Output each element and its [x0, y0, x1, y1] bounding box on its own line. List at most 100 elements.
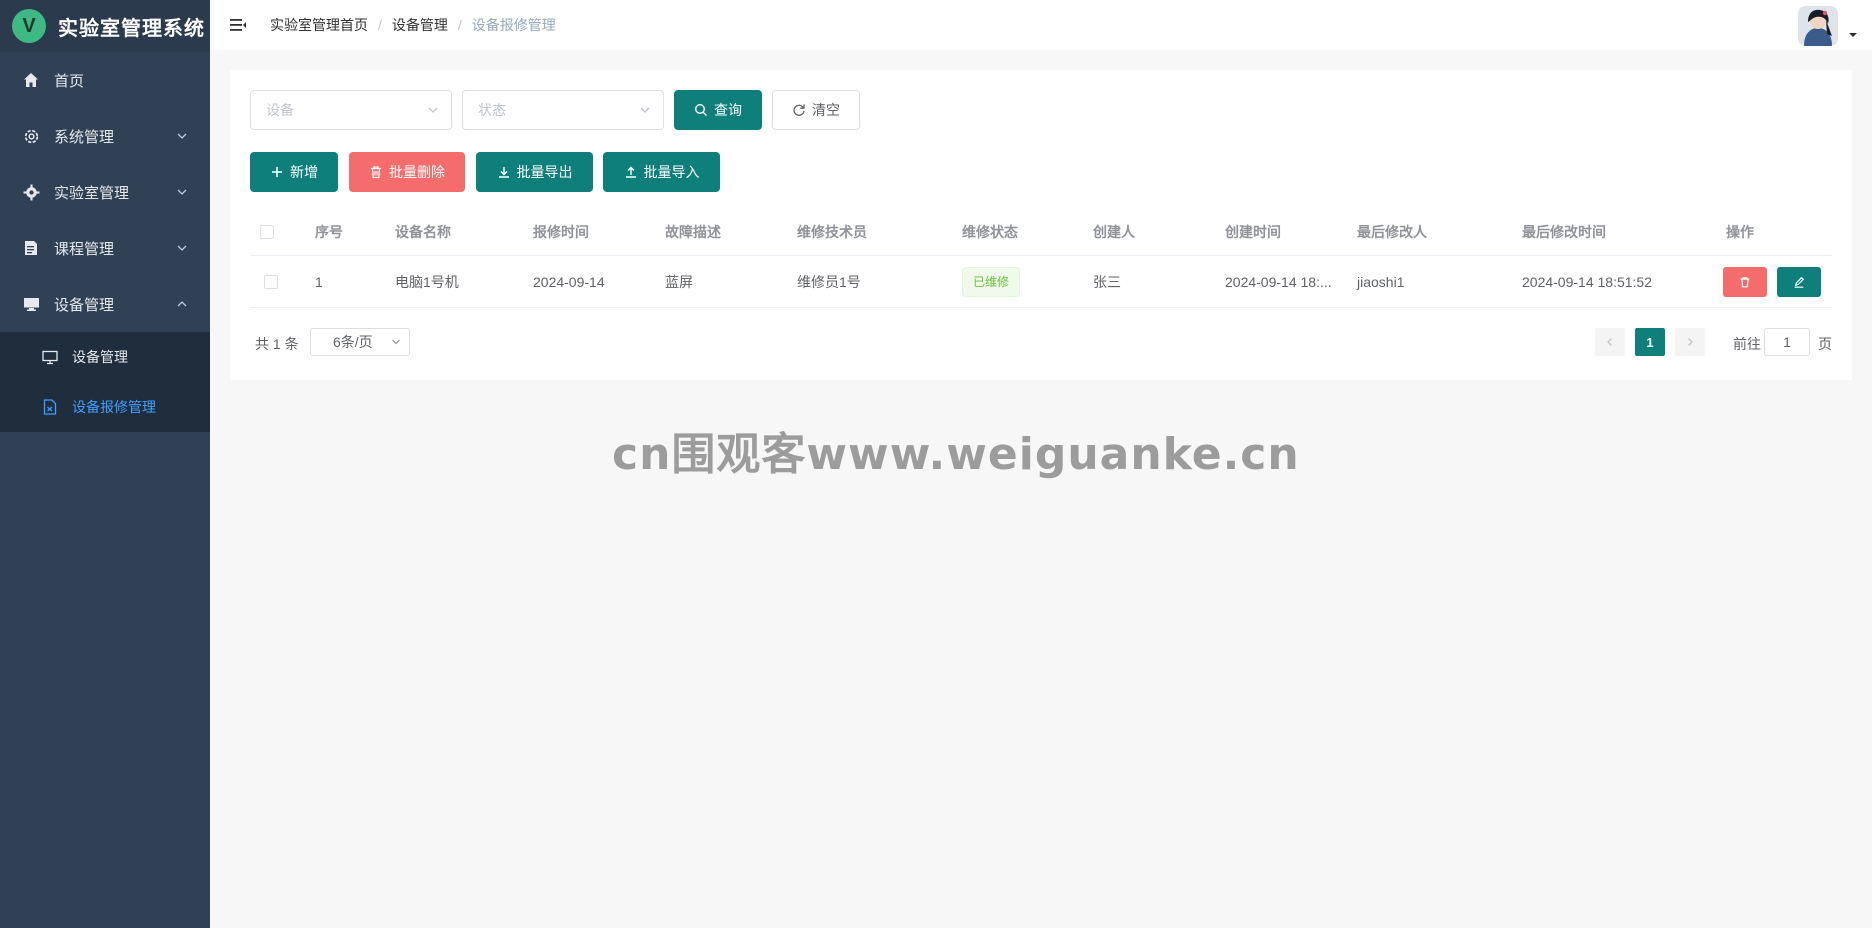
cell-created-at: 2024-09-14 18:... [1225, 273, 1332, 290]
upload-icon [624, 165, 638, 179]
page-number-1[interactable]: 1 [1635, 328, 1665, 356]
cell-fault: 蓝屏 [665, 273, 693, 290]
column-header: 序号 [315, 223, 343, 240]
batch-import-label: 批量导入 [643, 164, 700, 180]
column-header: 报修时间 [533, 223, 589, 240]
file-icon [42, 399, 58, 415]
gear-icon [22, 127, 40, 145]
batch-delete-label: 批量删除 [389, 164, 445, 180]
menu-toggle-icon[interactable] [228, 15, 248, 35]
add-label: 新增 [290, 164, 318, 180]
table-header-row: 序号 设备名称 报修时间 故障描述 维修技术员 维修状态 创建人 创建时间 最后… [250, 208, 1832, 256]
avatar[interactable] [1798, 6, 1838, 46]
column-header: 维修技术员 [797, 223, 867, 240]
row-edit-button[interactable] [1777, 266, 1821, 297]
sidebar-subitem-label: 设备管理 [72, 349, 128, 365]
sidebar-item-system[interactable]: 系统管理 [0, 108, 210, 164]
row-delete-button[interactable] [1723, 266, 1767, 297]
cell-index: 1 [315, 273, 323, 290]
cell-report-time: 2024-09-14 [533, 273, 605, 290]
cog-icon [22, 183, 40, 201]
breadcrumb-current: 设备报修管理 [471, 17, 556, 33]
row-select-cell [264, 256, 278, 307]
status-select[interactable]: 状态 [462, 90, 664, 130]
sidebar-item-lab[interactable]: 实验室管理 [0, 164, 210, 220]
sidebar-item-label: 课程管理 [54, 240, 115, 258]
sidebar-subitem-label: 设备报修管理 [72, 399, 156, 415]
page-size-select[interactable]: 6条/页 [310, 328, 410, 356]
column-header: 故障描述 [665, 223, 721, 240]
batch-export-label: 批量导出 [516, 164, 573, 180]
chevron-down-icon [177, 245, 187, 251]
download-icon [497, 165, 511, 179]
app-title: 实验室管理系统 [58, 15, 205, 40]
column-header: 创建时间 [1225, 223, 1281, 240]
chevron-left-icon [1607, 338, 1612, 346]
cell-modified-at: 2024-09-14 18:51:52 [1522, 273, 1652, 290]
watermark: cn围观客www.weiguanke.cn [612, 429, 1300, 480]
goto-prefix: 前往 [1733, 336, 1761, 352]
cell-operations [1723, 256, 1821, 307]
edit-icon [1794, 276, 1805, 288]
sidebar-item-label: 实验室管理 [54, 184, 130, 202]
row-checkbox[interactable] [264, 274, 278, 289]
chevron-down-icon [177, 133, 187, 139]
column-header: 操作 [1726, 223, 1754, 240]
clear-label: 清空 [812, 102, 840, 118]
cell-modifier: jiaoshi1 [1357, 273, 1405, 290]
breadcrumb-home[interactable]: 实验室管理首页 [270, 15, 368, 35]
chevron-down-icon [428, 107, 438, 113]
brand[interactable]: V 实验室管理系统 [0, 0, 210, 52]
chevron-down-icon [640, 107, 650, 113]
pagination-total: 共 1 条 [255, 336, 299, 352]
goto-page-input[interactable]: 1 [1764, 328, 1810, 356]
search-icon [694, 103, 708, 117]
vue-logo-icon: V [12, 9, 46, 43]
chevron-right-icon [1688, 338, 1693, 346]
breadcrumb-device[interactable]: 设备管理 [392, 15, 448, 35]
batch-delete-button[interactable]: 批量删除 [349, 152, 465, 192]
device-select[interactable]: 设备 [250, 90, 452, 130]
chevron-up-icon [177, 301, 187, 307]
cell-device: 电脑1号机 [395, 273, 459, 290]
goto-suffix: 页 [1818, 336, 1832, 352]
column-header: 最后修改时间 [1522, 223, 1606, 240]
prev-page-button[interactable] [1595, 328, 1625, 356]
sidebar-subitem-repair[interactable]: 设备报修管理 [0, 382, 210, 432]
trash-icon [1740, 276, 1750, 287]
status-select-placeholder: 状态 [478, 102, 506, 118]
sidebar-subitem-device[interactable]: 设备管理 [0, 332, 210, 382]
page-size-value: 6条/页 [333, 334, 373, 350]
top-header: 实验室管理首页 / 设备管理 / 设备报修管理 [210, 0, 1872, 50]
column-header: 创建人 [1093, 223, 1135, 240]
add-button[interactable]: 新增 [250, 152, 338, 192]
query-button[interactable]: 查询 [674, 90, 762, 130]
column-header: 维修状态 [962, 223, 1018, 240]
chevron-down-icon [392, 339, 400, 345]
next-page-button[interactable] [1675, 328, 1705, 356]
repair-table: 序号 设备名称 报修时间 故障描述 维修技术员 维修状态 创建人 创建时间 最后… [250, 208, 1832, 308]
clear-button[interactable]: 清空 [772, 90, 860, 130]
table-row[interactable]: 1 电脑1号机 2024-09-14 蓝屏 维修员1号 已维修 张三 2024-… [250, 256, 1832, 308]
sidebar-item-course[interactable]: 课程管理 [0, 220, 210, 276]
status-badge: 已维修 [962, 266, 1021, 297]
breadcrumb: 实验室管理首页 / 设备管理 / 设备报修管理 [270, 15, 556, 35]
select-all-checkbox[interactable] [260, 224, 274, 239]
sidebar-item-device[interactable]: 设备管理 [0, 276, 210, 332]
device-select-placeholder: 设备 [266, 102, 294, 118]
chevron-down-icon [177, 189, 187, 195]
sidebar-item-label: 首页 [54, 72, 85, 90]
home-icon [22, 71, 40, 89]
sidebar-item-label: 系统管理 [54, 128, 115, 146]
batch-import-button[interactable]: 批量导入 [603, 152, 720, 192]
document-icon [22, 239, 40, 257]
trash-icon [369, 165, 383, 179]
main-card: 设备 状态 查询 清空 新增 批量删除 批量导出 批量导入 序号 设备名称 报修… [230, 70, 1852, 380]
batch-export-button[interactable]: 批量导出 [476, 152, 593, 192]
column-header: 设备名称 [395, 223, 451, 240]
cell-technician: 维修员1号 [797, 273, 861, 290]
sidebar: V 实验室管理系统 首页 系统管理 实验室管理 课程管理 设备管理 设备管理 设… [0, 0, 210, 928]
caret-down-icon[interactable] [1848, 30, 1858, 40]
sidebar-item-home[interactable]: 首页 [0, 52, 210, 108]
device-submenu: 设备管理 设备报修管理 [0, 332, 210, 432]
